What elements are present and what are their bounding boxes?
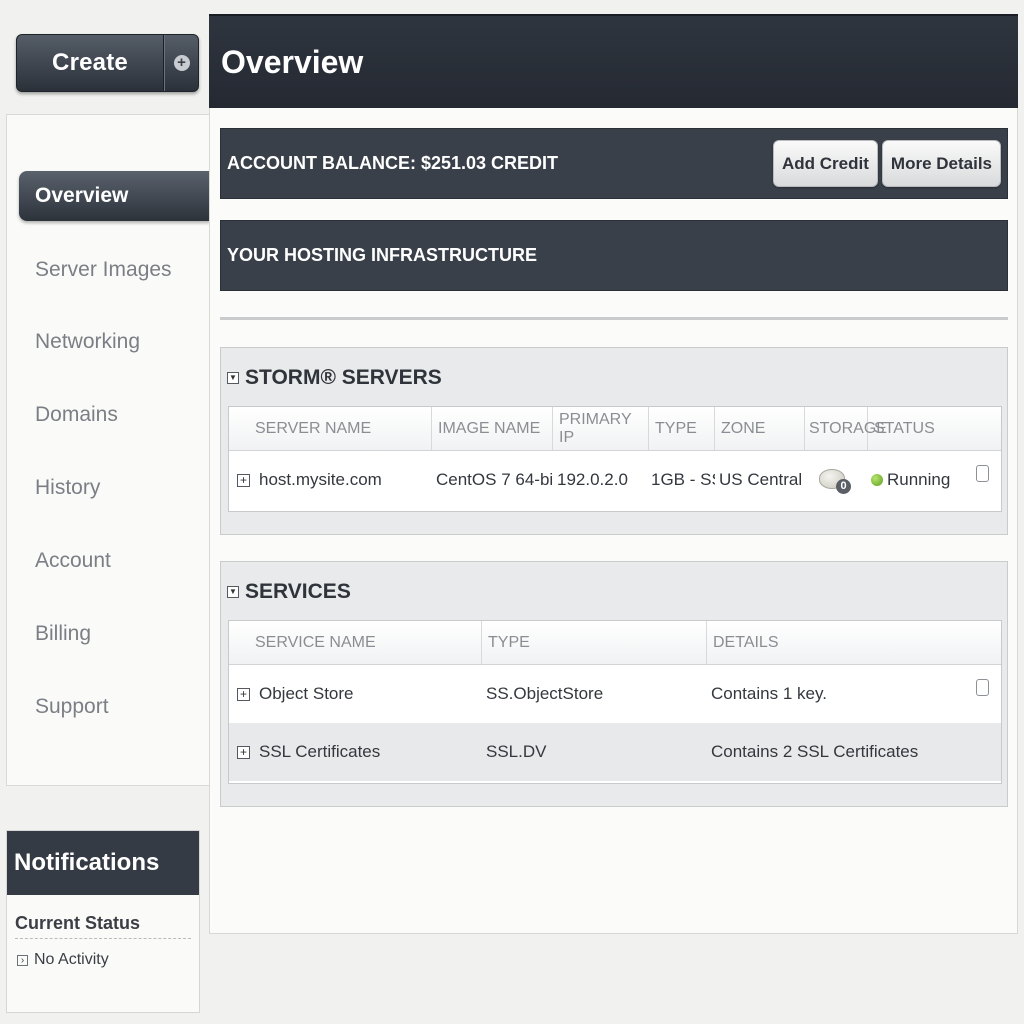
sidebar-item-domains[interactable]: Domains [19,390,210,440]
create-button-label: Create [17,35,164,91]
sidebar-item-account[interactable]: Account [19,536,210,586]
server-image: CentOS 7 64-bit ... [436,470,553,489]
sidebar-item-server-images[interactable]: Server Images [19,245,210,295]
expand-icon[interactable]: + [237,745,250,759]
expand-icon[interactable]: + [237,687,250,701]
server-zone: US Central -... [719,470,805,489]
row-checkbox[interactable] [976,465,989,482]
column-header-service-name[interactable]: SERVICE NAME [229,621,482,664]
hosting-infrastructure-bar: YOUR HOSTING INFRASTRUCTURE [220,220,1008,291]
sidebar-item-support[interactable]: Support [19,682,210,732]
column-header-storage[interactable]: STORAGE [805,407,887,450]
service-details: Contains 1 key. [711,684,827,703]
create-button[interactable]: Create + [16,34,199,92]
account-balance-text: ACCOUNT BALANCE: $251.03 CREDIT [227,153,559,173]
status-running-icon [871,474,883,486]
table-row[interactable]: + host.mysite.com CentOS 7 64-bit ... 19… [229,451,1001,509]
notifications-title: Notifications [7,831,199,895]
services-table: SERVICE NAME TYPE DETAILS + Object Store… [228,620,1002,784]
add-credit-button[interactable]: Add Credit [773,140,878,187]
row-checkbox[interactable] [976,679,989,696]
table-row[interactable]: + SSL Certificates SSL.DV Contains 2 SSL… [229,723,1001,781]
table-header: SERVER NAME IMAGE NAME PRIMARY IP TYPE Z… [229,407,1001,451]
notifications-panel: Notifications Current Status › No Activi… [6,830,200,1013]
service-type: SSL.DV [486,742,547,761]
account-balance-bar: ACCOUNT BALANCE: $251.03 CREDIT Add Cred… [220,128,1008,199]
column-header-primary-ip[interactable]: PRIMARY IP [553,407,649,450]
column-header-type[interactable]: TYPE [649,407,715,450]
table-header: SERVICE NAME TYPE DETAILS [229,621,1001,665]
service-name[interactable]: SSL Certificates [259,742,380,762]
sidebar-item-networking[interactable]: Networking [19,317,210,367]
storm-servers-title: STORM® SERVERS [245,366,442,389]
table-row[interactable]: + Object Store SS.ObjectStore Contains 1… [229,665,1001,723]
server-status: Running [887,470,951,489]
storm-servers-panel: ▼ STORM® SERVERS SERVER NAME IMAGE NAME … [220,347,1008,535]
sidebar-item-overview[interactable]: Overview [19,171,210,221]
expand-icon[interactable]: + [237,473,250,487]
storage-disk-icon[interactable]: 0 [819,465,851,495]
column-header-status[interactable]: STATUS [868,407,1001,450]
column-header-details[interactable]: DETAILS [707,621,1001,664]
collapse-icon[interactable]: ▼ [227,372,239,384]
services-panel: ▼ SERVICES SERVICE NAME TYPE DETAILS + O… [220,561,1008,807]
sidebar-item-billing[interactable]: Billing [19,609,210,659]
sidebar-item-history[interactable]: History [19,463,210,513]
service-type: SS.ObjectStore [486,684,604,703]
servers-table: SERVER NAME IMAGE NAME PRIMARY IP TYPE Z… [228,406,1002,512]
column-header-server-name[interactable]: SERVER NAME [229,407,432,450]
services-header[interactable]: ▼ SERVICES [227,580,351,604]
divider [220,317,1008,320]
arrow-right-icon: › [17,954,28,966]
page-title: Overview [209,14,1018,108]
service-name[interactable]: Object Store [259,684,354,704]
storage-count-badge: 0 [836,479,851,494]
services-title: SERVICES [245,580,351,603]
collapse-icon[interactable]: ▼ [227,586,239,598]
create-options[interactable]: + [164,35,198,91]
server-type: 1GB - SSD [651,470,715,489]
server-ip: 192.0.2.0 [557,470,628,489]
sidebar-nav: Overview Server Images Networking Domain… [6,114,210,786]
server-name[interactable]: host.mysite.com [259,470,382,490]
column-header-image-name[interactable]: IMAGE NAME [432,407,553,450]
service-details: Contains 2 SSL Certificates [711,742,919,761]
hosting-infrastructure-title: YOUR HOSTING INFRASTRUCTURE [227,245,537,265]
column-header-zone[interactable]: ZONE [715,407,805,450]
more-details-button[interactable]: More Details [881,140,1001,187]
notifications-subtitle: Current Status [15,913,191,939]
plus-icon: + [173,55,190,71]
column-header-service-type[interactable]: TYPE [482,621,707,664]
storm-servers-header[interactable]: ▼ STORM® SERVERS [227,366,442,390]
notification-item[interactable]: › No Activity [17,951,199,969]
notification-item-label: No Activity [34,951,109,968]
